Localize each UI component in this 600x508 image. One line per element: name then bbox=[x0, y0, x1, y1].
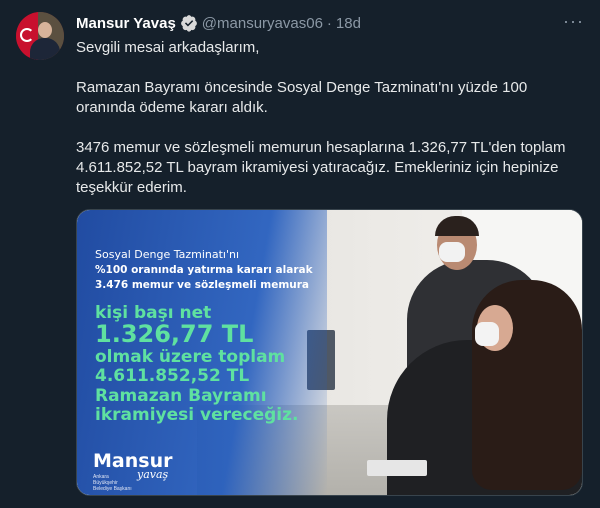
photo-man-mask bbox=[439, 242, 465, 262]
overlay-line-9: ikramiyesi vereceğiz. bbox=[95, 405, 299, 425]
tweet-header: Mansur Yavaş @mansuryavas06 · 18d bbox=[76, 12, 560, 34]
overlay-total: 4.611.852,52 TL bbox=[95, 366, 250, 386]
tweet-text: Sevgili mesai arkadaşlarım, Ramazan Bayr… bbox=[76, 38, 580, 198]
tweet-paragraph-2: Ramazan Bayramı öncesinde Sosyal Denge T… bbox=[76, 79, 528, 116]
mansur-yavas-logo: Mansur yavaş Ankara Büyükşehir Belediye … bbox=[93, 450, 172, 492]
overlay-amount: 1.326,77 TL bbox=[95, 320, 254, 348]
overlay-line-6: olmak üzere toplam bbox=[95, 347, 286, 367]
logo-subtitle: Ankara Büyükşehir Belediye Başkanı bbox=[93, 474, 132, 492]
photo-keyboard bbox=[367, 460, 427, 476]
author-handle[interactable]: @mansuryavas06 bbox=[202, 15, 323, 32]
overlay-line-8: Ramazan Bayramı bbox=[95, 386, 267, 406]
author-name[interactable]: Mansur Yavaş bbox=[76, 15, 176, 32]
overlay-line-3: 3.476 memur ve sözleşmeli memura bbox=[95, 279, 310, 291]
avatar-head bbox=[38, 22, 52, 38]
overlay-line-1: Sosyal Denge Tazminatı'nı bbox=[95, 248, 240, 261]
separator-dot: · bbox=[326, 14, 332, 32]
avatar-body bbox=[30, 38, 60, 60]
tweet-timestamp[interactable]: 18d bbox=[336, 15, 361, 32]
overlay-line-2: %100 oranında yatırma kararı alarak bbox=[95, 264, 313, 276]
photo-woman-mask bbox=[475, 322, 499, 346]
more-icon[interactable]: ··· bbox=[563, 12, 584, 30]
crescent-icon bbox=[20, 28, 34, 42]
tweet-paragraph-3: 3476 memur ve sözleşmeli memurun hesapla… bbox=[76, 139, 566, 196]
media-text-overlay: Sosyal Denge Tazminatı'nı %100 oranında … bbox=[77, 210, 327, 495]
verified-badge-icon bbox=[180, 15, 197, 32]
tweet-paragraph-1: Sevgili mesai arkadaşlarım, bbox=[76, 39, 260, 56]
tweet-media-image[interactable]: Sosyal Denge Tazminatı'nı %100 oranında … bbox=[76, 209, 583, 496]
author-avatar[interactable] bbox=[16, 12, 64, 60]
logo-script: yavaş bbox=[137, 468, 169, 481]
